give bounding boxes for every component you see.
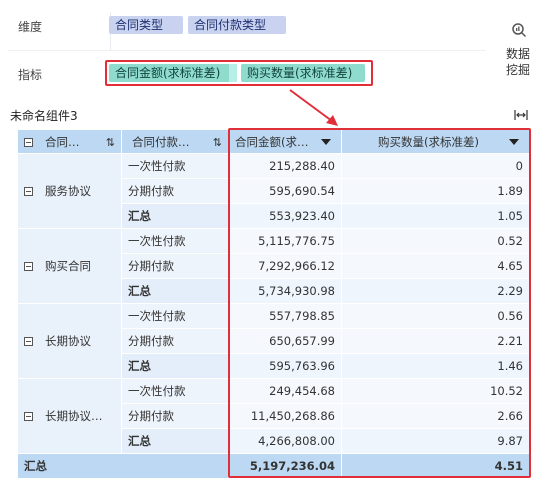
- payment-type-cell: 汇总: [121, 428, 229, 454]
- payment-type-cell: 汇总: [121, 278, 229, 304]
- collapse-icon[interactable]: [24, 262, 33, 271]
- metric-highlight-box: [105, 60, 373, 86]
- header-label: 合同…: [45, 134, 80, 149]
- collapse-icon[interactable]: [24, 187, 33, 196]
- payment-type-cell: 汇总: [121, 353, 229, 379]
- group-cell[interactable]: 购买合同: [17, 228, 122, 304]
- payment-type-cell: 分期付款: [121, 178, 229, 204]
- group-label: 服务协议: [45, 184, 91, 198]
- payment-type-cell: 一次性付款: [121, 153, 229, 179]
- grand-total-label: 汇总: [17, 453, 229, 479]
- group-label: 长期协议…: [45, 409, 103, 423]
- header-contract-type[interactable]: 合同… ⇅: [17, 129, 122, 154]
- dimension-label: 维度: [18, 20, 43, 34]
- sort-icon[interactable]: ⇅: [213, 136, 222, 149]
- group-cell[interactable]: 服务协议: [17, 153, 122, 229]
- payment-type-cell: 分期付款: [121, 328, 229, 354]
- group-label: 长期协议: [45, 334, 91, 348]
- group-cell[interactable]: 长期协议…: [17, 378, 122, 454]
- collapse-icon[interactable]: [24, 337, 33, 346]
- collapse-all-icon[interactable]: [24, 137, 33, 147]
- column-highlight-box: [228, 128, 531, 478]
- group-label: 购买合同: [45, 259, 91, 273]
- payment-type-cell: 汇总: [121, 203, 229, 229]
- header-payment-type[interactable]: 合同付款… ⇅: [121, 129, 229, 154]
- payment-type-cell: 一次性付款: [121, 378, 229, 404]
- annotation-arrow: [289, 89, 338, 126]
- data-mining-label-2: 挖掘: [505, 63, 530, 77]
- data-mining-label-1: 数据: [505, 47, 530, 61]
- sort-icon[interactable]: ⇅: [106, 136, 115, 149]
- dimension-chip-payment-type[interactable]: 合同付款类型: [188, 16, 286, 34]
- widget-title: 未命名组件3: [10, 109, 78, 123]
- payment-type-cell: 一次性付款: [121, 303, 229, 329]
- data-mining-icon: [512, 23, 527, 38]
- metric-label: 指标: [18, 68, 43, 82]
- payment-type-cell: 一次性付款: [121, 228, 229, 254]
- expand-icon[interactable]: [514, 109, 528, 121]
- payment-type-cell: 分期付款: [121, 403, 229, 429]
- header-label: 合同付款…: [132, 134, 190, 149]
- divider: [8, 50, 486, 51]
- data-mining-button[interactable]: 数据 挖掘: [493, 6, 543, 98]
- dimension-chip-contract-type[interactable]: 合同类型: [109, 16, 183, 34]
- payment-type-cell: 分期付款: [121, 253, 229, 279]
- collapse-icon[interactable]: [24, 412, 33, 421]
- group-cell[interactable]: 长期协议: [17, 303, 122, 379]
